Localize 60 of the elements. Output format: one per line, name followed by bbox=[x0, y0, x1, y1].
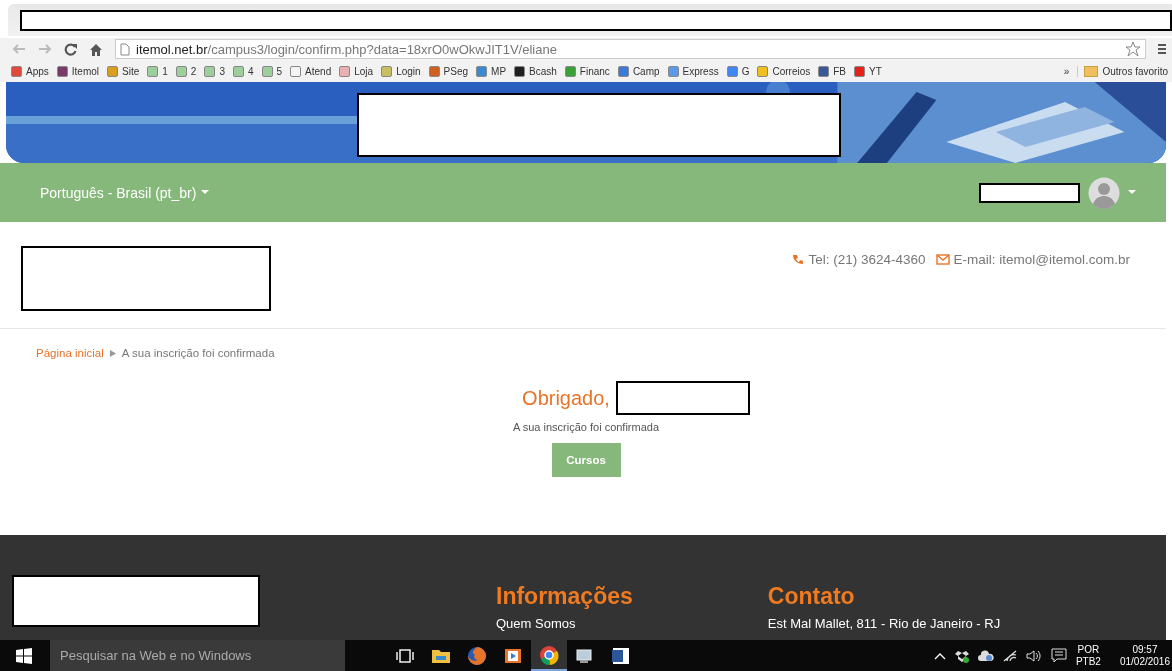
bookmark[interactable]: MP bbox=[476, 65, 507, 77]
separator-icon bbox=[109, 349, 116, 357]
footer-link[interactable]: Est Mal Mallet, 811 - Rio de Janeiro - RJ bbox=[767, 616, 1001, 631]
bookmark[interactable]: PSeg bbox=[428, 65, 469, 77]
address-bar[interactable]: itemol.net.br/campus3/login/confirm.php?data=18xrO0wOkwJIT1V/eliane bbox=[115, 39, 1146, 59]
globe-icon bbox=[466, 644, 488, 667]
bookmark[interactable]: 1 bbox=[147, 65, 168, 77]
message-icon[interactable] bbox=[1050, 648, 1067, 663]
breadcrumb-current: A sua inscrição foi confirmada bbox=[121, 347, 275, 359]
mail-icon bbox=[935, 254, 950, 265]
page-icon bbox=[120, 42, 130, 56]
footer-link[interactable]: Quem Somos bbox=[496, 616, 633, 631]
star-icon[interactable] bbox=[1125, 41, 1141, 57]
bookmark[interactable]: FB bbox=[818, 65, 847, 77]
bookmark[interactable]: Camp bbox=[617, 65, 660, 77]
bookmark[interactable]: Login bbox=[381, 65, 421, 77]
bookmark[interactable]: Financ bbox=[564, 65, 610, 77]
url-text: itemol.net.br/campus3/login/confirm.php?data=18xrO0wOkwJIT1V/eliane bbox=[136, 41, 557, 57]
speaker-icon[interactable] bbox=[1025, 649, 1042, 662]
cloud-icon[interactable] bbox=[977, 649, 994, 662]
bookmark[interactable]: 5 bbox=[261, 65, 283, 77]
bookmark[interactable]: 2 bbox=[175, 65, 197, 77]
windows-icon[interactable] bbox=[16, 647, 32, 664]
bookmark[interactable]: Site bbox=[107, 65, 140, 77]
bookmark[interactable]: YT bbox=[854, 65, 882, 77]
reload-icon[interactable] bbox=[64, 42, 77, 56]
bookmark[interactable]: Itemol bbox=[56, 65, 100, 77]
wifi-icon[interactable] bbox=[1002, 649, 1017, 662]
box-icon[interactable] bbox=[954, 648, 969, 663]
folder-icon bbox=[1084, 65, 1099, 77]
menu-icon[interactable] bbox=[1158, 43, 1166, 55]
footer-heading: Informações bbox=[496, 583, 633, 610]
phone-number: Tel: (21) 3624-4360 bbox=[808, 252, 926, 267]
bookmark-folder[interactable]: Outros favorito bbox=[1077, 65, 1168, 77]
circle-logo-icon bbox=[538, 643, 560, 666]
greeting: Obrigado, bbox=[522, 386, 610, 410]
confirmation-message: A sua inscrição foi confirmada bbox=[512, 421, 660, 433]
input-language[interactable]: POR bbox=[1077, 643, 1100, 656]
bookmark[interactable]: 3 bbox=[204, 65, 225, 77]
phone-icon bbox=[792, 253, 805, 266]
bookmark[interactable]: Apps bbox=[11, 65, 49, 77]
home-icon[interactable] bbox=[89, 42, 103, 56]
footer-heading: Contato bbox=[767, 583, 856, 610]
bookmark[interactable]: 4 bbox=[232, 65, 254, 77]
browser-tab[interactable] bbox=[8, 4, 1172, 36]
bookmark[interactable]: Correios bbox=[757, 65, 811, 77]
bookmark[interactable]: G bbox=[726, 65, 750, 77]
chevron-up-icon[interactable] bbox=[933, 651, 946, 660]
email-address: E-mail: itemol@itemol.com.br bbox=[953, 252, 1130, 267]
clock-time[interactable]: 09:57 bbox=[1132, 643, 1158, 656]
bookmark[interactable]: Express bbox=[667, 65, 719, 77]
more-bookmarks-button[interactable]: » bbox=[1063, 65, 1070, 77]
clock-date[interactable]: 01/02/2016 bbox=[1119, 655, 1170, 668]
taskbar-app[interactable] bbox=[531, 640, 567, 671]
bookmark[interactable]: Atend bbox=[290, 65, 332, 77]
bookmark[interactable]: Loja bbox=[339, 65, 374, 77]
caret-icon bbox=[201, 190, 210, 195]
bookmark[interactable]: Bcash bbox=[514, 65, 557, 77]
keyboard-layout[interactable]: PTB2 bbox=[1075, 655, 1101, 668]
search-field[interactable]: Pesquisar na Web e no Windows bbox=[50, 640, 345, 671]
